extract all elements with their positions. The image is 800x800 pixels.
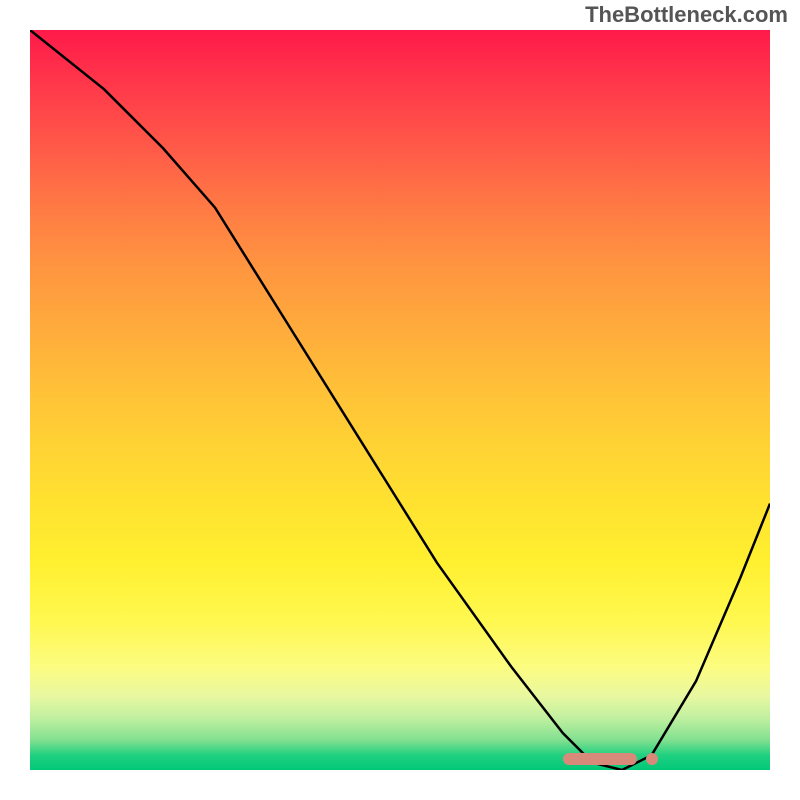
chart-curve [30,30,770,770]
plot-area [30,30,770,770]
curve-path [30,30,770,770]
optimal-range-marker [563,753,637,765]
optimal-point-marker [646,753,658,765]
watermark-text: TheBottleneck.com [585,2,788,28]
